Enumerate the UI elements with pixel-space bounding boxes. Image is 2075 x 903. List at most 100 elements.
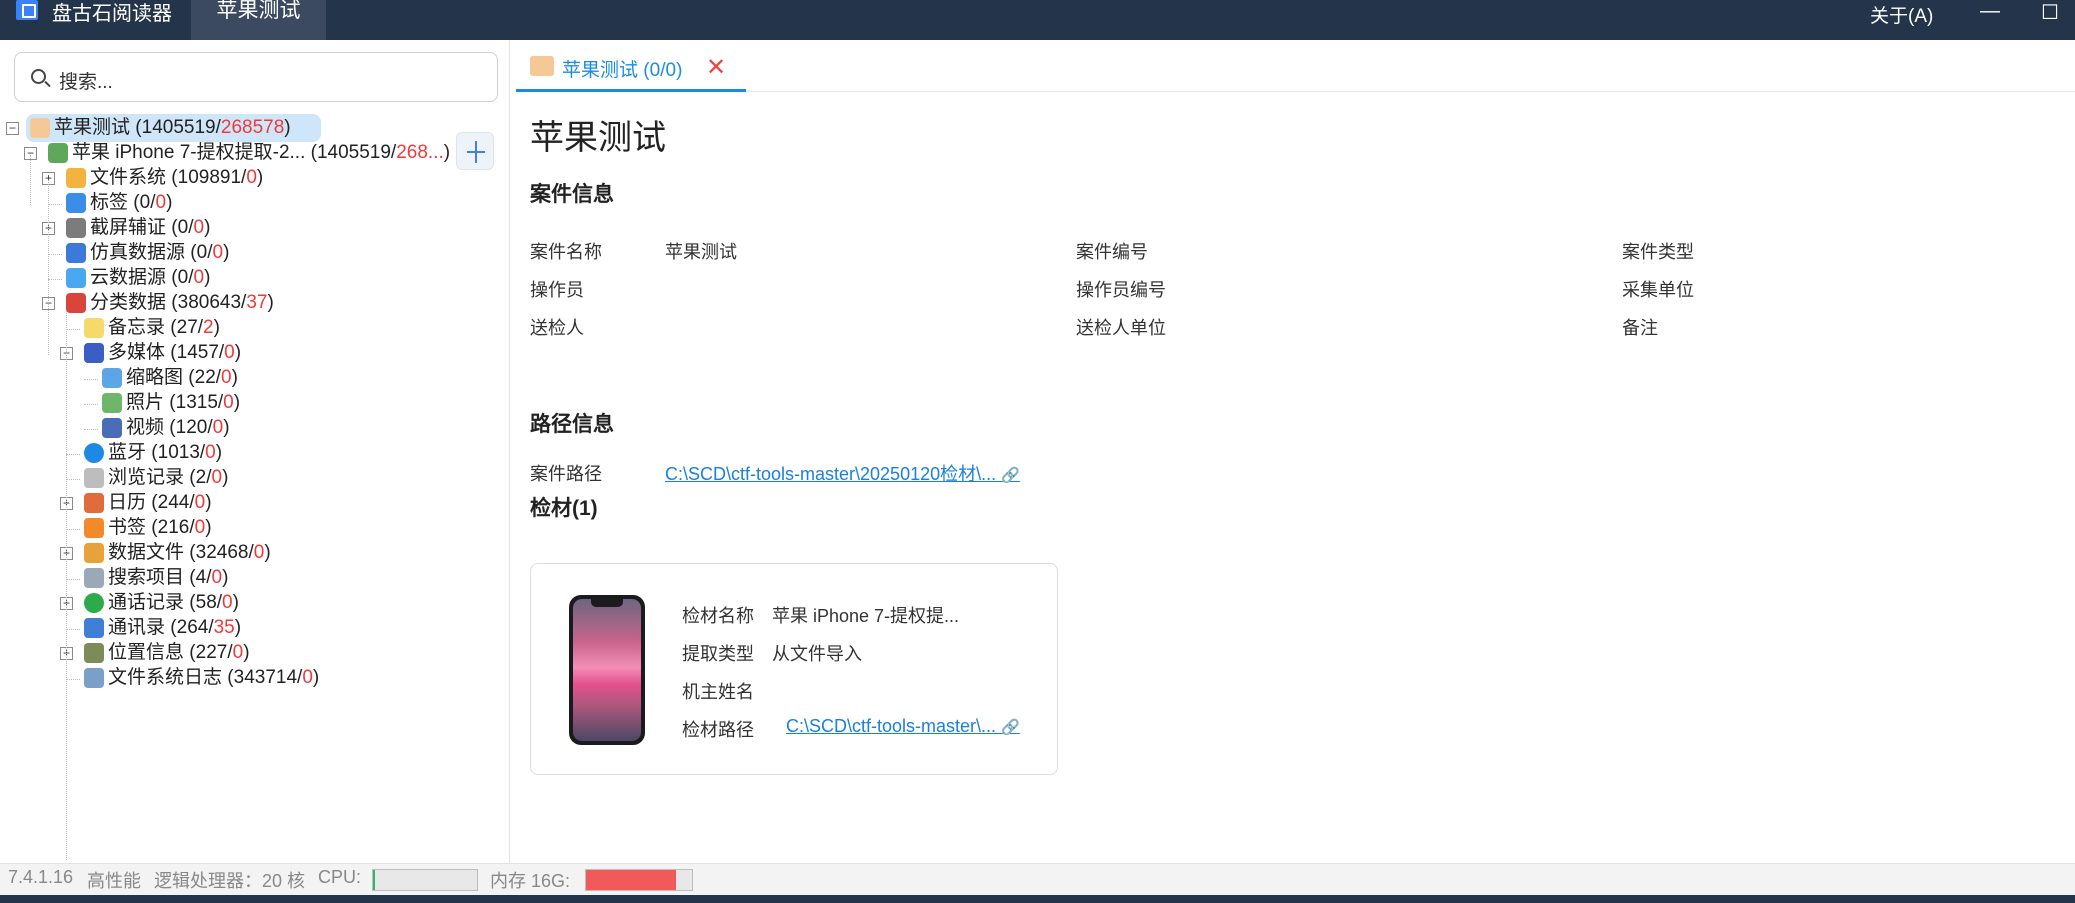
tree-connector: [66, 579, 80, 580]
fslog-icon: [84, 668, 104, 688]
tree-item-flagged: 0: [205, 442, 216, 463]
tree-item-label: 通话记录 (58/0): [108, 589, 239, 617]
tree-connector: [48, 204, 62, 205]
tree-item-text: 通话记录: [108, 592, 185, 613]
tree-item-text: 苹果测试: [54, 117, 131, 138]
maximize-button[interactable]: ☐: [2028, 0, 2072, 24]
case-field-label: 操作员: [530, 280, 584, 300]
window-bottom-edge: [0, 895, 2075, 903]
evidence-path-link[interactable]: C:\SCD\ctf-tools-master\... 🔗: [786, 716, 1020, 737]
tree-guide-line: [48, 180, 49, 355]
tree-item-count: (244/: [151, 492, 195, 513]
location-icon: [84, 643, 104, 663]
tree-item-label: 文件系统 (109891/0): [90, 164, 263, 192]
search-box[interactable]: 搜索...: [14, 52, 498, 102]
close-tab-icon[interactable]: ✕: [706, 53, 726, 82]
extraction-type-label: 提取类型: [682, 644, 754, 664]
memory-meter-fill: [586, 870, 677, 890]
tree-item-flagged: 0: [232, 642, 244, 663]
tree-item-count: (0/: [171, 267, 194, 288]
tree-item-flagged: 0: [194, 517, 206, 538]
tag-icon: [66, 193, 86, 213]
tree-item-count: (227/: [189, 642, 233, 663]
tree-item-close-paren: ): [204, 217, 211, 238]
tree-item-label: 搜索项目 (4/0): [108, 564, 228, 592]
app-logo-icon: [16, 0, 38, 20]
tree-item-text: 苹果 iPhone 7-提权提取-2...: [72, 142, 306, 163]
photo-icon: [102, 393, 122, 413]
case-folder-icon: [30, 118, 50, 138]
tree-item-text: 书签: [108, 517, 147, 538]
tree-item-text: 文件系统: [90, 167, 167, 188]
tree-item-close-paren: ): [231, 367, 238, 388]
tree-item-flagged: 2: [203, 317, 214, 338]
tree-connector: [84, 404, 98, 405]
evidence-heading: 检材(1): [530, 497, 598, 520]
path-info-heading: 路径信息: [530, 413, 614, 436]
tree-item-close-paren: ): [256, 167, 264, 188]
tree-item-flagged: 0: [221, 367, 232, 388]
minimize-button[interactable]: —: [1968, 0, 2012, 24]
tree-item-text: 标签: [90, 192, 129, 213]
tree-item-close-paren: ): [233, 392, 241, 413]
cpu-cores: 逻辑处理器：20 核: [154, 871, 306, 891]
tab-case-overview[interactable]: 苹果测试 (0/0) ✕: [516, 40, 746, 92]
tree-guide-line: [66, 310, 67, 860]
tree-item-count: (1405519/: [310, 142, 397, 163]
tree-item-label: 云数据源 (0/0): [90, 264, 210, 292]
case-field-label: 送检人单位: [1076, 318, 1166, 338]
tree-item-close-paren: ): [234, 342, 242, 363]
tree-item-close-paren: ): [205, 517, 212, 538]
tree-item-flagged: 0: [212, 417, 224, 438]
collapse-node-icon[interactable]: −: [6, 122, 19, 135]
version-text: 7.4.1.16: [8, 867, 74, 887]
tree-item-count: (120/: [169, 417, 213, 438]
tree-item-count: (2/: [189, 467, 212, 488]
case-field-label: 备注: [1622, 318, 1658, 338]
database-icon: [84, 543, 104, 563]
evidence-path-label: 检材路径: [682, 720, 754, 740]
tree-item-count: (216/: [151, 517, 195, 538]
tab-count: 0: [649, 60, 661, 81]
extraction-type-value: 从文件导入: [772, 644, 862, 664]
tab-label: 苹果测试 (0/0): [562, 60, 683, 81]
search-input[interactable]: 搜索...: [59, 67, 113, 94]
tree-item-text: 多媒体: [108, 342, 166, 363]
title-bar: 盘古石阅读器 苹果测试 关于(A) — ☐: [0, 0, 2075, 40]
tree-item-close-paren: ): [222, 567, 229, 588]
tree-item-text: 截屏辅证: [90, 217, 167, 238]
owner-name-label: 机主姓名: [682, 682, 754, 702]
tree-connector: [66, 454, 80, 455]
case-field-label: 案件编号: [1076, 242, 1148, 262]
tree-item-text: 仿真数据源: [90, 242, 186, 263]
tree-item-count: (58/: [189, 592, 223, 613]
case-path-text: C:\SCD\ctf-tools-master\20250120检材\...: [665, 464, 997, 484]
tree-item-label: 文件系统日志 (343714/0): [108, 664, 319, 692]
notes-icon: [84, 318, 104, 338]
app-title: 盘古石阅读器: [52, 3, 172, 25]
tree-item-flagged: 0: [193, 267, 205, 288]
media-icon: [84, 343, 104, 363]
tree-item-label: 苹果 iPhone 7-提权提取-2... (1405519/268...): [72, 139, 450, 167]
tree-item-close-paren: ): [232, 592, 239, 613]
case-path-link[interactable]: C:\SCD\ctf-tools-master\20250120检材\... 🔗: [665, 460, 1020, 486]
about-menu[interactable]: 关于(A): [1870, 1, 1933, 28]
tree-item-count: (264/: [170, 617, 214, 638]
case-path-label: 案件路径: [530, 464, 602, 484]
title-tab-case[interactable]: 苹果测试: [191, 0, 326, 40]
case-field-label: 案件名称: [530, 242, 602, 262]
tree-item-close-paren: ): [213, 317, 220, 338]
tree-connector: [84, 429, 98, 430]
tree-item-close-paren: ): [234, 617, 242, 638]
tab-label-text: 苹果测试: [562, 60, 639, 81]
tree-item-label: 位置信息 (227/0): [108, 639, 250, 667]
tree-item-close-paren: ): [264, 542, 271, 563]
tree-item-count: (1457/: [170, 342, 225, 363]
case-folder-icon: [530, 56, 554, 76]
tree-item-close-paren: ): [205, 492, 212, 513]
evidence-card[interactable]: 检材名称 苹果 iPhone 7-提权提... 提取类型 从文件导入 机主姓名 …: [530, 563, 1058, 775]
tree-item-flagged: 0: [155, 192, 167, 213]
search-item-icon: [84, 568, 104, 588]
tree-item-label: 通讯录 (264/35): [108, 614, 241, 642]
tree-item-count: (1013/: [151, 442, 206, 463]
